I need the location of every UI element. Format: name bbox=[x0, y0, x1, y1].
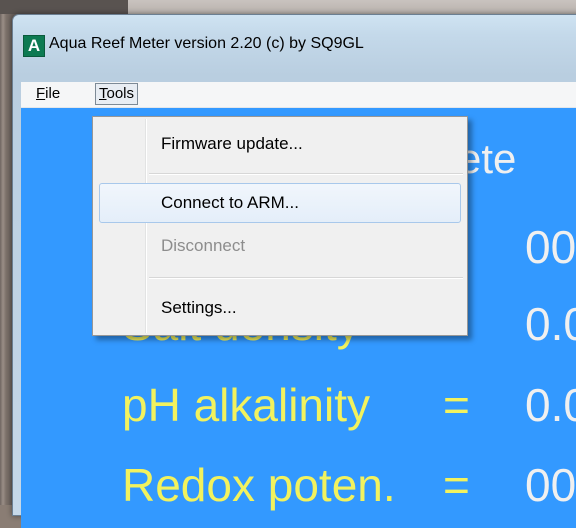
menu-file-accel: F bbox=[36, 85, 46, 102]
title-bar[interactable]: A Aqua Reef Meter version 2.20 (c) by SQ… bbox=[13, 15, 576, 79]
row-3-equals: = bbox=[443, 379, 470, 431]
tools-dropdown-menu: Firmware update... Connect to ARM... Dis… bbox=[92, 116, 468, 336]
menu-item-firmware-update[interactable]: Firmware update... bbox=[95, 125, 465, 163]
menu-separator bbox=[149, 277, 463, 279]
menu-item-label: Settings... bbox=[161, 298, 237, 317]
menu-bar: File Tools bbox=[21, 82, 576, 108]
menu-tools-accel: T bbox=[99, 85, 107, 102]
row-4-value: 00 bbox=[525, 459, 576, 511]
app-icon[interactable]: A bbox=[23, 35, 45, 57]
menu-item-label: Disconnect bbox=[161, 236, 246, 255]
menu-tools[interactable]: Tools bbox=[95, 83, 139, 105]
menu-item-label: Connect to ARM... bbox=[161, 193, 299, 212]
background-window-edge bbox=[0, 0, 128, 14]
menu-file-rest: ile bbox=[45, 85, 61, 102]
menu-tools-rest: ools bbox=[106, 85, 135, 102]
row-4-label: Redox poten. bbox=[122, 459, 396, 511]
row-3-label: pH alkalinity bbox=[122, 379, 370, 431]
row-1-value: 00 bbox=[525, 221, 576, 273]
desktop-top-strip bbox=[0, 0, 576, 14]
row-3-value: 0.0 bbox=[525, 379, 576, 431]
menu-file[interactable]: File bbox=[33, 84, 63, 104]
menu-item-disconnect[interactable]: Disconnect bbox=[95, 227, 465, 265]
window-title: Aqua Reef Meter version 2.20 (c) by SQ9G… bbox=[49, 35, 364, 52]
row-4-equals: = bbox=[443, 459, 470, 511]
menu-item-connect-to-arm[interactable]: Connect to ARM... bbox=[99, 183, 461, 223]
row-2-value: 0.0 bbox=[525, 298, 576, 350]
menu-item-label: Firmware update... bbox=[161, 134, 303, 153]
menu-item-settings[interactable]: Settings... bbox=[95, 289, 465, 327]
menu-separator bbox=[149, 173, 463, 175]
